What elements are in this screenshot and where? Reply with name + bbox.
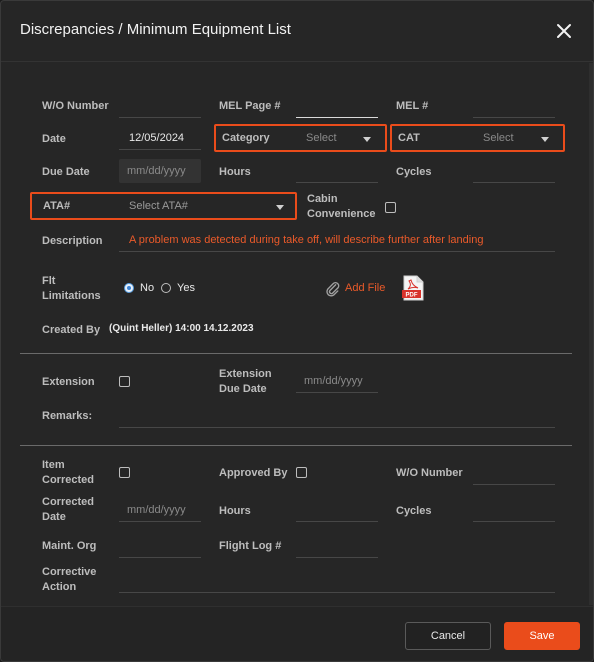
cycles-input[interactable] <box>473 159 555 183</box>
created-by-value: (Quint Heller) 14:00 14.12.2023 <box>109 323 254 334</box>
ata-value: Select ATA# <box>129 200 188 212</box>
remarks-label: Remarks: <box>42 410 93 422</box>
extension-due-date-placeholder: mm/dd/yyyy <box>304 375 363 387</box>
due-date-label: Due Date <box>42 166 90 178</box>
date-label: Date <box>42 133 66 145</box>
correction-hours-label: Hours <box>219 505 251 517</box>
created-by-label: Created By <box>42 324 101 336</box>
flt-yes-radio[interactable] <box>161 283 171 293</box>
correction-wo-number-label: W/O Number <box>396 467 463 479</box>
flight-log-input[interactable] <box>296 534 378 558</box>
flight-log-label: Flight Log # <box>219 540 282 552</box>
cycles-label: Cycles <box>396 166 432 178</box>
modal-body: W/O Number MEL Page # MEL # Date 12/05/2… <box>1 62 593 606</box>
item-corrected-checkbox[interactable] <box>119 467 130 478</box>
extension-checkbox[interactable] <box>119 376 130 387</box>
ata-label: ATA# <box>43 200 71 212</box>
description-input[interactable]: A problem was detected during take off, … <box>119 228 555 252</box>
extension-label: Extension <box>42 376 95 388</box>
modal-title: Discrepancies / Minimum Equipment List <box>20 21 291 38</box>
discrepancy-modal: Discrepancies / Minimum Equipment List W… <box>0 0 594 662</box>
category-value: Select <box>306 132 337 144</box>
wo-number-input[interactable] <box>119 94 201 118</box>
pdf-icon[interactable]: PDF <box>402 275 425 301</box>
corrective-action-input[interactable] <box>119 569 555 593</box>
save-button[interactable]: Save <box>504 622 580 650</box>
chevron-down-icon <box>276 205 284 210</box>
correction-cycles-label: Cycles <box>396 505 432 517</box>
paperclip-icon[interactable] <box>324 280 341 297</box>
hours-input[interactable] <box>296 159 378 183</box>
maint-org-input[interactable] <box>119 534 201 558</box>
mel-page-input[interactable] <box>296 94 378 118</box>
chevron-down-icon <box>363 137 371 142</box>
close-icon[interactable] <box>554 21 574 41</box>
item-corrected-label: Item Corrected <box>42 459 94 486</box>
chevron-down-icon <box>541 137 549 142</box>
extension-due-date-label: Extension Due Date <box>219 368 272 395</box>
corrected-date-placeholder: mm/dd/yyyy <box>127 504 186 516</box>
mel-number-label: MEL # <box>396 100 429 112</box>
cabin-convenience-checkbox[interactable] <box>385 202 396 213</box>
approved-by-label: Approved By <box>219 467 288 479</box>
correction-hours-input[interactable] <box>296 498 378 522</box>
date-input[interactable]: 12/05/2024 <box>119 126 201 150</box>
flt-limitations-label: Flt Limitations <box>42 275 101 302</box>
pdf-icon-text: PDF <box>406 293 418 299</box>
flt-yes-label: Yes <box>177 282 195 294</box>
hours-label: Hours <box>219 166 251 178</box>
maint-org-label: Maint. Org <box>42 540 97 552</box>
remarks-input[interactable] <box>119 404 555 428</box>
extension-due-date-input[interactable]: mm/dd/yyyy <box>296 369 378 393</box>
divider <box>20 353 572 354</box>
divider <box>20 445 572 446</box>
correction-cycles-input[interactable] <box>473 498 555 522</box>
description-label: Description <box>42 235 103 247</box>
cat-label: CAT <box>398 132 420 144</box>
approved-by-checkbox[interactable] <box>296 467 307 478</box>
wo-number-label: W/O Number <box>42 100 109 112</box>
flt-no-label: No <box>140 282 155 294</box>
cancel-button[interactable]: Cancel <box>405 622 491 650</box>
category-select[interactable]: Category Select <box>214 124 387 152</box>
corrective-action-label: Corrective Action <box>42 566 97 593</box>
cat-value: Select <box>483 132 514 144</box>
correction-wo-number-input[interactable] <box>473 461 555 485</box>
modal-footer: Cancel Save <box>1 606 593 661</box>
add-file-link[interactable]: Add File <box>345 282 385 294</box>
ata-select[interactable]: ATA# Select ATA# <box>30 192 297 220</box>
modal-header: Discrepancies / Minimum Equipment List <box>1 1 593 62</box>
mel-page-label: MEL Page # <box>219 100 281 112</box>
mel-number-input[interactable] <box>473 94 555 118</box>
due-date-input[interactable]: mm/dd/yyyy <box>119 159 201 183</box>
category-label: Category <box>222 132 270 144</box>
corrected-date-input[interactable]: mm/dd/yyyy <box>119 498 201 522</box>
cat-select[interactable]: CAT Select <box>390 124 565 152</box>
flt-no-radio[interactable] <box>124 283 134 293</box>
cabin-convenience-label: Cabin Convenience <box>307 193 376 220</box>
corrected-date-label: Corrected Date <box>42 496 94 523</box>
